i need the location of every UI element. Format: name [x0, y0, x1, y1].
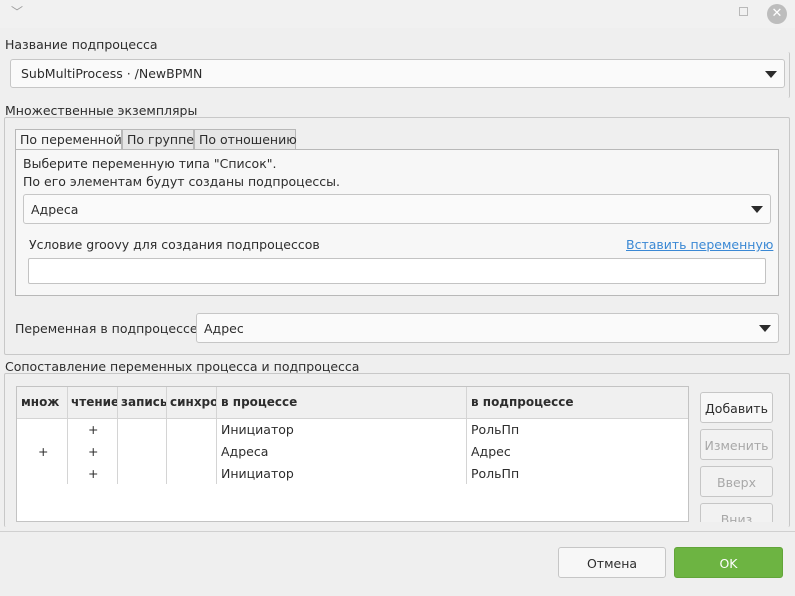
- move-down-button[interactable]: Вниз: [700, 503, 773, 522]
- cell-in-subprocess: Адрес: [471, 444, 511, 459]
- cell-read: +: [88, 444, 99, 459]
- column-header-sync[interactable]: синхро: [167, 387, 217, 418]
- subprocess-variable-combo[interactable]: Адрес: [196, 313, 779, 343]
- column-header-read[interactable]: чтение: [68, 387, 118, 418]
- add-button[interactable]: Добавить: [700, 392, 773, 423]
- cell-in-process: Адреса: [221, 444, 269, 459]
- maximize-icon[interactable]: [739, 7, 748, 16]
- tab-by-relation[interactable]: По отношению: [194, 129, 297, 149]
- subprocess-name-value: SubMultiProcess · /NewBPMN: [21, 66, 203, 81]
- hint-line-1: Выберите переменную типа "Список".: [23, 156, 277, 171]
- table-row[interactable]: + Инициатор РольПп: [17, 463, 688, 485]
- cancel-button[interactable]: Отмена: [558, 547, 666, 578]
- dropdown-arrow-icon: [751, 206, 763, 213]
- list-variable-combo[interactable]: Адреса: [23, 194, 771, 224]
- subprocess-name-legend: Название подпроцесса: [5, 37, 158, 52]
- table-row[interactable]: + + Адреса Адрес: [17, 441, 688, 463]
- cell-mult: +: [38, 444, 49, 459]
- subprocess-variable-value: Адрес: [204, 321, 244, 336]
- column-header-in-process[interactable]: в процессе: [217, 387, 467, 418]
- ok-button[interactable]: OK: [674, 547, 783, 578]
- hint-line-2: По его элементам будут созданы подпроцес…: [23, 174, 340, 189]
- cell-in-process: Инициатор: [221, 422, 294, 437]
- subprocess-name-combo[interactable]: SubMultiProcess · /NewBPMN: [10, 59, 785, 88]
- multi-instances-legend: Множественные экземпляры: [5, 103, 198, 118]
- footer-separator: [0, 531, 795, 532]
- groovy-condition-input[interactable]: [28, 258, 766, 284]
- move-down-clip: Вниз: [700, 503, 773, 522]
- column-header-write[interactable]: запись: [118, 387, 167, 418]
- table-row[interactable]: + Инициатор РольПп: [17, 419, 688, 441]
- mapping-table[interactable]: множ чтение запись синхро в процессе в п…: [16, 386, 689, 522]
- dropdown-arrow-icon: [759, 325, 771, 332]
- tab-by-variable[interactable]: По переменной: [15, 129, 122, 150]
- subprocess-variable-label: Переменная в подпроцессе:: [15, 321, 202, 336]
- move-up-button[interactable]: Вверх: [700, 466, 773, 497]
- cell-in-process: Инициатор: [221, 466, 294, 481]
- close-icon[interactable]: ✕: [767, 4, 787, 24]
- dropdown-arrow-icon: [765, 71, 777, 78]
- table-header: множ чтение запись синхро в процессе в п…: [17, 387, 688, 419]
- cell-in-subprocess: РольПп: [471, 422, 520, 437]
- column-header-mult[interactable]: множ: [17, 387, 68, 418]
- cell-read: +: [88, 422, 99, 437]
- mapping-legend: Сопоставление переменных процесса и подп…: [5, 359, 360, 374]
- list-variable-value: Адреса: [31, 202, 79, 217]
- title-bar: [0, 0, 795, 28]
- groovy-label: Условие groovy для создания подпроцессов: [29, 237, 320, 252]
- insert-variable-link[interactable]: Вставить переменную: [626, 237, 773, 252]
- cell-read: +: [88, 466, 99, 481]
- cell-in-subprocess: РольПп: [471, 466, 520, 481]
- tab-by-group[interactable]: По группе: [122, 129, 194, 149]
- edit-button[interactable]: Изменить: [700, 429, 773, 460]
- chevron-down-icon[interactable]: ﹀: [11, 3, 23, 20]
- column-header-in-subprocess[interactable]: в подпроцессе: [467, 387, 688, 418]
